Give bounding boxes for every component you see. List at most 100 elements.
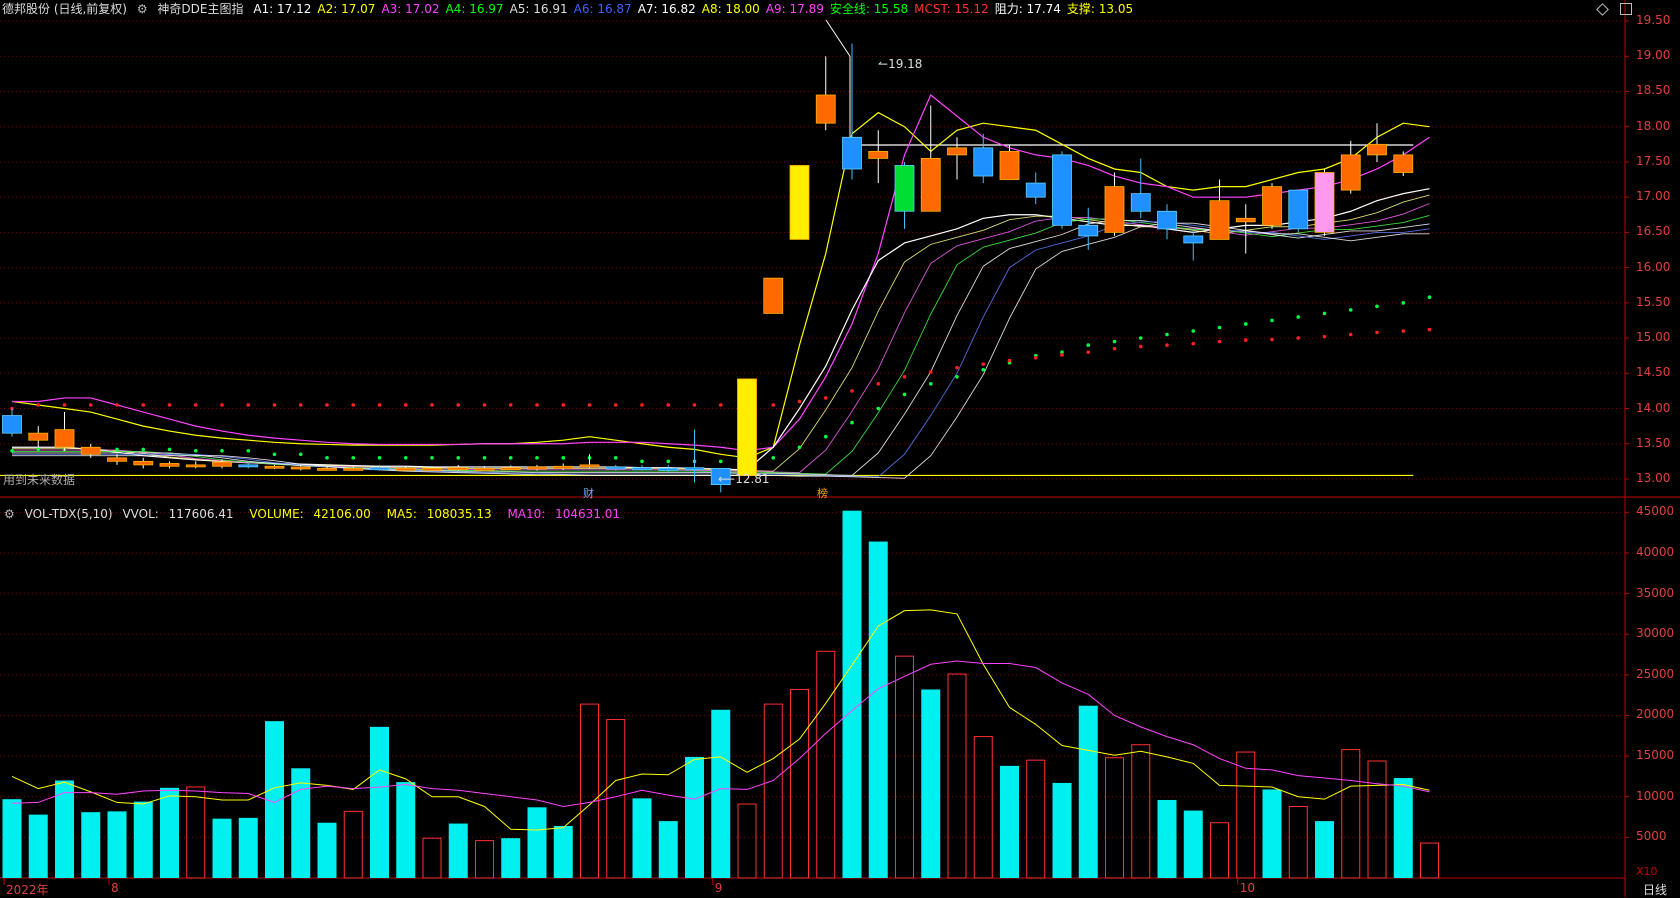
volume-tick-label: 15000 xyxy=(1636,748,1675,763)
close-panel-icon[interactable] xyxy=(1620,3,1632,15)
volume-bar xyxy=(1262,789,1282,878)
safety-line-dot xyxy=(193,448,198,453)
safety-line-dot xyxy=(220,448,224,453)
volume-bar xyxy=(921,689,941,878)
volume-bar xyxy=(842,510,862,878)
candle-body xyxy=(973,147,994,177)
volume-bar xyxy=(160,787,179,878)
volume-tick-label: 5000 xyxy=(1636,829,1667,844)
volume-gear-icon[interactable]: ⚙ xyxy=(4,507,15,521)
safety-line-dot xyxy=(666,459,671,464)
safety-line-dot xyxy=(1427,295,1432,300)
candle-body xyxy=(185,464,206,468)
volume-bar xyxy=(1367,760,1387,879)
candle-body xyxy=(1340,154,1361,191)
mcst-dot xyxy=(1270,337,1274,342)
candle-body xyxy=(605,466,626,470)
candle-body xyxy=(1393,154,1414,173)
mcst-dot xyxy=(272,403,277,407)
volume-bar xyxy=(212,818,232,878)
candle-body xyxy=(264,465,285,469)
safety-line-dot xyxy=(981,367,986,372)
candle-body xyxy=(1025,182,1046,198)
price-tick-label: 18.00 xyxy=(1636,118,1671,133)
volume-bar xyxy=(1000,765,1019,878)
mcst-dot xyxy=(797,399,802,404)
candle-body xyxy=(2,415,22,434)
mcst-dot xyxy=(1112,346,1117,351)
safety-line-dot xyxy=(1086,343,1091,347)
candle-body xyxy=(527,466,547,470)
volume-bar xyxy=(422,837,442,879)
finance-report-marker[interactable]: 财 xyxy=(583,485,594,501)
safety-line-dot xyxy=(1165,332,1169,337)
indicator-value-12: 支撑: 13.05 xyxy=(1066,2,1134,16)
mcst-dot xyxy=(246,403,251,407)
volume-label-text: VOLUME: xyxy=(249,507,304,521)
stock-title[interactable]: 德邦股份 (日线,前复权) xyxy=(2,2,127,16)
candle-body xyxy=(238,464,259,468)
volume-bar xyxy=(790,688,809,879)
mcst-dot xyxy=(508,403,513,407)
magenta-ma-line xyxy=(12,94,1430,452)
price-tick-label: 19.00 xyxy=(1636,48,1671,63)
safety-line-dot xyxy=(298,452,303,457)
volume-bar xyxy=(2,799,22,878)
mcst-dot xyxy=(193,403,198,407)
mcst-dot xyxy=(62,403,67,407)
dragon-tiger-list-marker[interactable]: 榜 xyxy=(817,485,828,501)
mcst-dot xyxy=(1138,344,1143,349)
fan-line-3 xyxy=(12,219,1430,476)
indicator-gear-icon[interactable]: ⚙ xyxy=(137,2,148,16)
candle-body xyxy=(133,460,154,466)
volume-tick-label: 35000 xyxy=(1636,585,1675,600)
volume-bar xyxy=(1026,759,1046,879)
mcst-dot xyxy=(1217,339,1222,344)
mcst-dot xyxy=(1401,329,1406,333)
volume-bar xyxy=(606,719,626,879)
safety-line-dot xyxy=(955,375,959,379)
candle-body xyxy=(1052,154,1072,226)
mcst-dot xyxy=(718,403,723,407)
mcst-dot xyxy=(902,375,907,379)
ma5-value: 108035.13 xyxy=(426,507,492,521)
volume-bar xyxy=(737,803,757,879)
indicator-value-11: 阻力: 17.74 xyxy=(994,2,1061,16)
mcst-dot xyxy=(220,403,224,407)
resistance-connector xyxy=(825,19,851,146)
candle-body xyxy=(1104,186,1125,233)
volume-bar xyxy=(632,798,652,878)
volume-bar xyxy=(291,768,311,878)
candle-body xyxy=(317,467,337,471)
mcst-dot xyxy=(1427,327,1432,332)
safety-line-dot xyxy=(1322,311,1327,316)
volume-bar xyxy=(868,541,888,878)
mcst-dot xyxy=(36,403,41,407)
price-tick-label: 16.00 xyxy=(1636,259,1671,274)
price-tick-label: 17.00 xyxy=(1636,189,1671,204)
safety-line-dot xyxy=(377,456,382,460)
safety-line-dot xyxy=(1348,308,1353,312)
volume-tick-label: 40000 xyxy=(1636,544,1675,559)
volume-bar xyxy=(1288,805,1308,879)
indicator-value-0: A1: 17.12 xyxy=(253,2,312,16)
period-label[interactable]: 日线 xyxy=(1643,881,1667,898)
candle-body xyxy=(107,457,127,462)
volume-bar xyxy=(370,726,389,878)
indicator-name[interactable]: 神奇DDE主图指 xyxy=(157,2,243,16)
safety-line-dot xyxy=(928,382,933,386)
candle-body xyxy=(290,466,311,470)
price-tick-label: 15.50 xyxy=(1636,294,1671,309)
volume-bar xyxy=(501,838,521,878)
indicator-value-6: A7: 16.82 xyxy=(637,2,696,16)
candle-body xyxy=(1209,200,1230,240)
mcst-dot xyxy=(613,403,618,407)
price-tick-label: 14.00 xyxy=(1636,400,1671,415)
candle-body xyxy=(422,467,442,471)
mcst-dot xyxy=(1191,341,1196,346)
mcst-dot xyxy=(587,403,592,407)
mcst-dot xyxy=(1060,353,1064,357)
mcst-dot xyxy=(351,403,356,407)
volume-bar xyxy=(107,811,127,878)
volume-indicator-name[interactable]: VOL-TDX(5,10) xyxy=(25,507,113,521)
